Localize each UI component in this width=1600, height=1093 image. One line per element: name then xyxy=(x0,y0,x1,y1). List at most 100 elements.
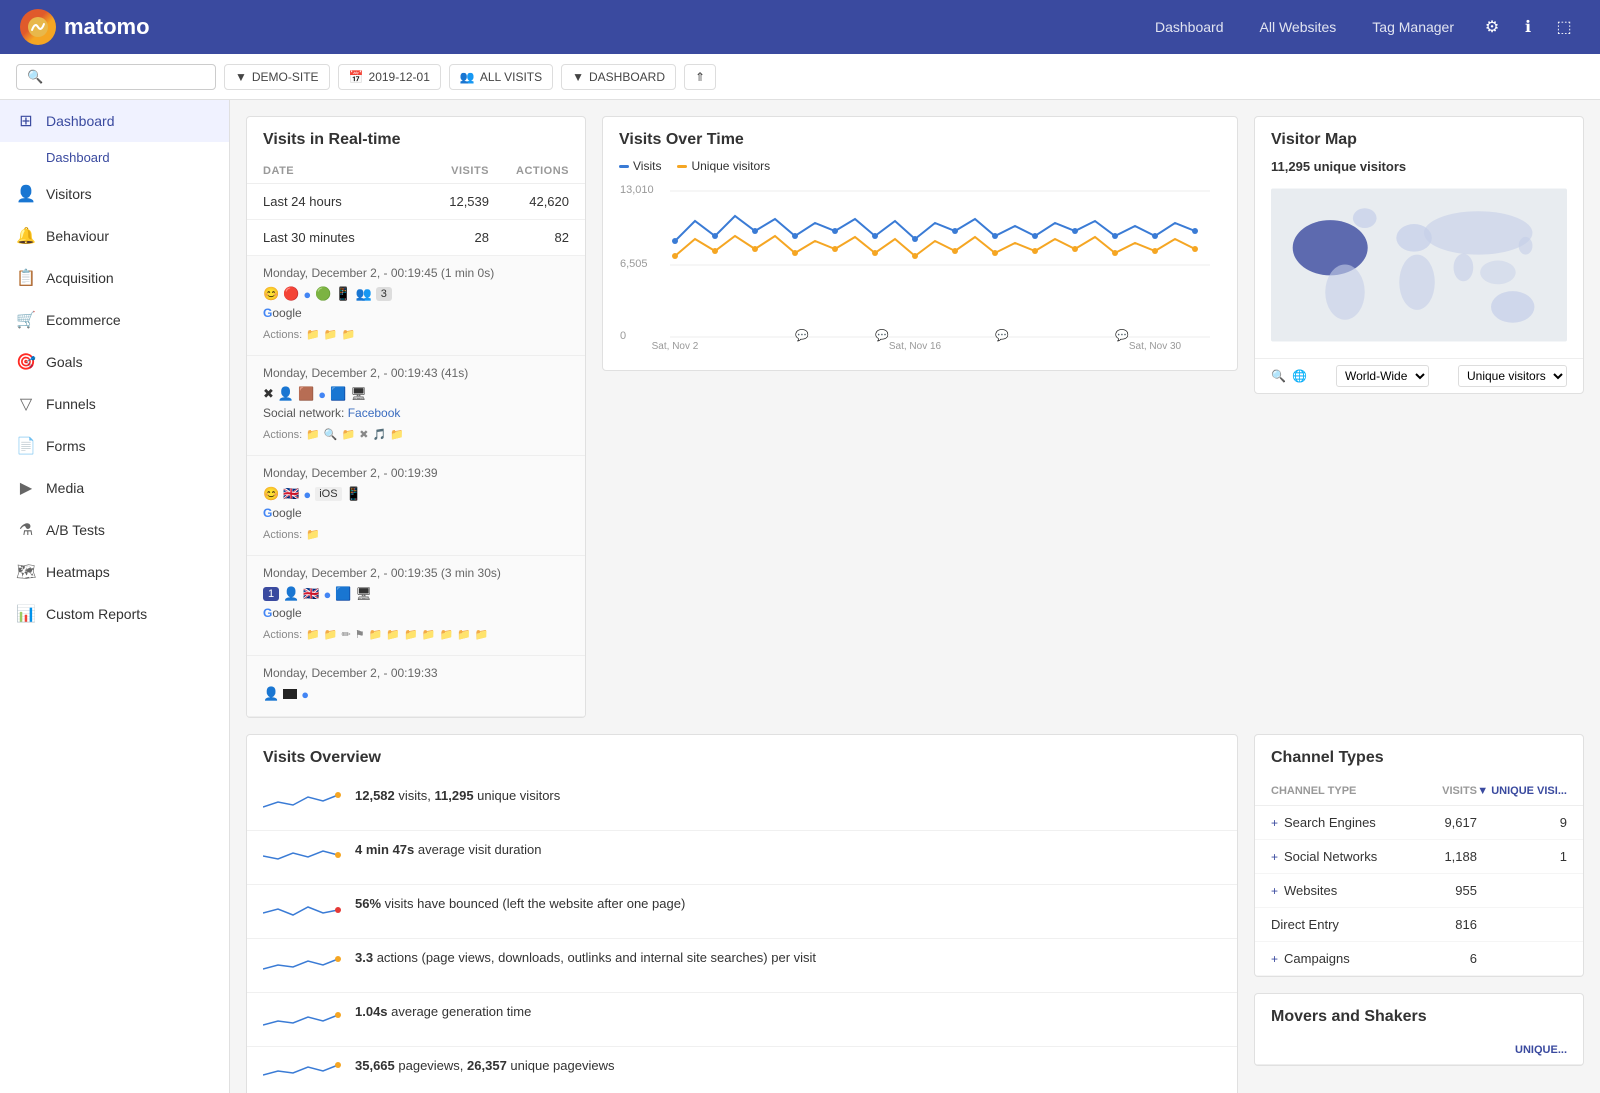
svg-text:💬: 💬 xyxy=(795,329,809,342)
audio-icon: 🎵 xyxy=(372,428,386,441)
nav-all-websites[interactable]: All Websites xyxy=(1246,11,1351,43)
heatmaps-icon: 🗺 xyxy=(16,562,36,582)
map-metric-select[interactable]: Unique visitors xyxy=(1458,365,1567,387)
rt-date-1: Last 24 hours xyxy=(263,194,419,209)
channel-col-visits: VISITS xyxy=(1407,785,1477,797)
map-region-select[interactable]: World-Wide xyxy=(1336,365,1429,387)
channel-title: Channel Types xyxy=(1255,735,1583,777)
svg-text:💬: 💬 xyxy=(995,329,1009,342)
collapse-button[interactable]: ⇑ xyxy=(684,64,716,90)
top-nav-links: Dashboard All Websites Tag Manager xyxy=(1141,11,1468,43)
rt-visits-2: 28 xyxy=(419,230,489,245)
sidebar-item-behaviour[interactable]: 🔔 Behaviour xyxy=(0,215,229,257)
overview-stat-2: 4 min 47s average visit duration xyxy=(355,841,541,859)
top-nav-icons: ⚙ ℹ ⬚ xyxy=(1476,11,1580,43)
channel-col-unique: ▼ UNIQUE VISI... xyxy=(1477,785,1567,797)
svg-text:Sat, Nov 2: Sat, Nov 2 xyxy=(652,341,699,351)
expand-icon[interactable]: + xyxy=(1271,816,1278,830)
channel-table-header: CHANNEL TYPE VISITS ▼ UNIQUE VISI... xyxy=(1255,777,1583,806)
sidebar-item-custom-reports[interactable]: 📊 Custom Reports xyxy=(0,593,229,635)
sidebar-subitem-dashboard[interactable]: Dashboard xyxy=(0,142,229,173)
expand-icon[interactable]: + xyxy=(1271,850,1278,864)
ecommerce-icon: 🛒 xyxy=(16,310,36,330)
sidebar-item-media[interactable]: ▶ Media xyxy=(0,467,229,509)
globe-icon[interactable]: 🌐 xyxy=(1292,369,1307,383)
movers-title: Movers and Shakers xyxy=(1255,994,1583,1036)
funnels-icon: ▽ xyxy=(16,394,36,414)
rt-visits-1: 12,539 xyxy=(419,194,489,209)
right-column: Channel Types CHANNEL TYPE VISITS ▼ UNIQ… xyxy=(1254,734,1584,1093)
expand-icon[interactable]: + xyxy=(1271,884,1278,898)
facebook-link[interactable]: Facebook xyxy=(348,406,401,420)
svg-text:💬: 💬 xyxy=(1115,329,1129,342)
channel-visits-2: 1,188 xyxy=(1407,849,1477,864)
sidebar-label-goals: Goals xyxy=(46,354,83,370)
table-row: + Websites 955 xyxy=(1255,874,1583,908)
info-icon[interactable]: ℹ xyxy=(1512,11,1544,43)
channel-visits-4: 816 xyxy=(1407,917,1477,932)
logo-icon xyxy=(20,9,56,45)
list-item: 4 min 47s average visit duration xyxy=(247,831,1237,885)
sidebar-item-ecommerce[interactable]: 🛒 Ecommerce xyxy=(0,299,229,341)
settings-icon[interactable]: ⚙ xyxy=(1476,11,1508,43)
sidebar-item-dashboard[interactable]: ⊞ Dashboard xyxy=(0,100,229,142)
zoom-icon[interactable]: 🔍 xyxy=(1271,369,1286,383)
sparkline-2 xyxy=(263,841,343,874)
overview-stat-1: 12,582 visits, 11,295 unique visitors xyxy=(355,787,560,805)
list-item: Monday, December 2, - 00:19:45 (1 min 0s… xyxy=(247,256,585,356)
sidebar-item-heatmaps[interactable]: 🗺 Heatmaps xyxy=(0,551,229,593)
logout-icon[interactable]: ⬚ xyxy=(1548,11,1580,43)
site-selector-button[interactable]: ▼ DEMO-SITE xyxy=(224,64,330,90)
date-selector-button[interactable]: 📅 2019-12-01 xyxy=(338,64,441,90)
calendar-icon: 📅 xyxy=(349,70,364,84)
action-label: Actions: xyxy=(263,529,302,541)
list-item: 56% visits have bounced (left the websit… xyxy=(247,885,1237,939)
overtime-chart: 13,010 6,505 0 xyxy=(619,181,1221,351)
segment-selector-button[interactable]: 👥 ALL VISITS xyxy=(449,64,553,90)
flag-icon: ⚑ xyxy=(355,628,365,641)
visitor-icon: 👤 xyxy=(283,586,299,602)
visit-referrer-4: Google xyxy=(263,606,569,620)
channel-visits-3: 955 xyxy=(1407,883,1477,898)
channel-name-4: Direct Entry xyxy=(1271,917,1407,932)
world-map-svg xyxy=(1271,180,1567,350)
realtime-title: Visits in Real-time xyxy=(247,117,585,159)
os-icon: 🟦 xyxy=(330,386,346,402)
segment-icon: 👥 xyxy=(460,70,475,84)
list-item: Monday, December 2, - 00:19:39 😊 🇬🇧 ● iO… xyxy=(247,456,585,556)
action-label: Actions: xyxy=(263,629,302,641)
nav-tag-manager[interactable]: Tag Manager xyxy=(1358,11,1468,43)
sidebar-item-funnels[interactable]: ▽ Funnels xyxy=(0,383,229,425)
search-icon: 🔍 xyxy=(27,69,43,85)
dashboard-icon: ⊞ xyxy=(16,111,36,131)
channel-visits-1: 9,617 xyxy=(1407,815,1477,830)
folder-icon: 📁 xyxy=(342,428,356,441)
expand-icon[interactable]: + xyxy=(1271,952,1278,966)
sidebar-item-acquisition[interactable]: 📋 Acquisition xyxy=(0,257,229,299)
sidebar-item-visitors[interactable]: 👤 Visitors xyxy=(0,173,229,215)
search-input[interactable] xyxy=(49,69,205,84)
sidebar-item-abtests[interactable]: ⚗ A/B Tests xyxy=(0,509,229,551)
sidebar-label-ecommerce: Ecommerce xyxy=(46,312,121,328)
search-box[interactable]: 🔍 xyxy=(16,64,216,90)
sidebar-item-forms[interactable]: 📄 Forms xyxy=(0,425,229,467)
country-icon: 🟫 xyxy=(298,386,314,402)
sidebar-label-forms: Forms xyxy=(46,438,86,454)
logo-text: matomo xyxy=(64,14,150,40)
nav-dashboard[interactable]: Dashboard xyxy=(1141,11,1238,43)
svg-text:💬: 💬 xyxy=(875,329,889,342)
sidebar-label-behaviour: Behaviour xyxy=(46,228,109,244)
overtime-widget: Visits Over Time Visits Unique visitors … xyxy=(602,116,1238,371)
rt-date-2: Last 30 minutes xyxy=(263,230,419,245)
unique-legend-label: Unique visitors xyxy=(691,159,770,173)
os-icon: 🟦 xyxy=(335,586,351,602)
sidebar-label-funnels: Funnels xyxy=(46,396,96,412)
device-icon: 🖥 xyxy=(350,386,367,402)
logo[interactable]: matomo xyxy=(20,9,150,45)
overview-title: Visits Overview xyxy=(247,735,1237,777)
bot-icon: ✖ xyxy=(263,386,274,402)
sidebar-item-goals[interactable]: 🎯 Goals xyxy=(0,341,229,383)
channel-name-2: + Social Networks xyxy=(1271,849,1407,864)
sort-down-icon: ▼ xyxy=(1477,785,1488,797)
view-selector-button[interactable]: ▼ DASHBOARD xyxy=(561,64,676,90)
